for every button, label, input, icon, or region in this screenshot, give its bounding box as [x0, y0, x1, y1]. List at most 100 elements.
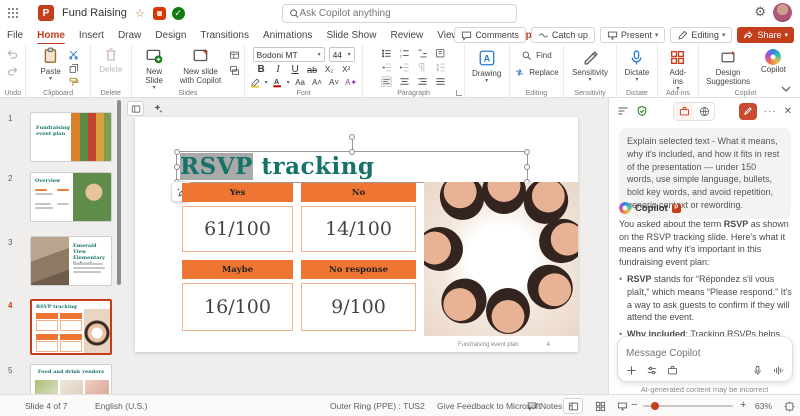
subscript-button[interactable]: X₂	[323, 65, 336, 74]
mic-icon[interactable]	[752, 365, 763, 376]
collapse-thumbnails-button[interactable]	[127, 101, 144, 116]
chat-history-icon[interactable]	[617, 105, 629, 117]
search-input[interactable]	[299, 8, 510, 19]
addins-button[interactable]: Add-ins▾	[662, 48, 694, 94]
resize-handle-ne[interactable]	[524, 149, 530, 155]
bold-button[interactable]: B	[255, 64, 268, 75]
thumbnail-slide-3[interactable]: 3 Emerald View Elementary School	[0, 236, 116, 291]
table-cell-maybe[interactable]: Maybe 16/100	[182, 260, 293, 331]
slide-title[interactable]: RSVP tracking	[180, 153, 375, 180]
tab-home[interactable]: Home	[30, 28, 72, 43]
slide-counter[interactable]: Slide 4 of 7	[25, 401, 68, 411]
font-color-button[interactable]: A	[272, 77, 283, 88]
editing-dropdown-caret[interactable]: ▾	[722, 31, 726, 39]
copilot-search-box[interactable]	[282, 4, 517, 23]
new-slide-with-copilot-button[interactable]: New slide with Copilot	[176, 46, 224, 86]
share-dropdown-caret[interactable]: ▾	[784, 31, 788, 39]
font-name-select[interactable]: Bodoni MT▾	[253, 47, 325, 62]
slide-sorter-view-button[interactable]	[590, 398, 610, 414]
table-cell-no[interactable]: No 14/100	[301, 183, 416, 252]
tab-animations[interactable]: Animations	[256, 28, 319, 43]
zoom-slider[interactable]	[643, 405, 733, 407]
text-direction-button[interactable]	[435, 48, 446, 59]
dictate-button[interactable]: Dictate▾	[621, 48, 652, 85]
resize-handle-e[interactable]	[524, 164, 530, 170]
more-options-icon[interactable]: ···	[764, 106, 777, 117]
redo-icon[interactable]	[6, 66, 19, 79]
line-spacing-button[interactable]	[435, 62, 446, 73]
paragraph-marks-button[interactable]	[417, 62, 428, 73]
voice-mode-icon[interactable]	[772, 365, 784, 376]
powerpoint-logo-icon[interactable]: P	[38, 5, 54, 21]
numbering-button[interactable]: 12	[399, 48, 410, 59]
comments-button[interactable]: Comments	[454, 27, 526, 43]
options-sliders-icon[interactable]	[646, 365, 658, 376]
cut-icon[interactable]	[68, 49, 79, 60]
present-dropdown-caret[interactable]: ▾	[655, 31, 659, 39]
catch-up-button[interactable]: Catch up	[531, 27, 595, 43]
web-mode-option[interactable]	[694, 103, 714, 120]
slide-layout-icon[interactable]	[229, 50, 240, 61]
grow-font-button[interactable]: A˄	[311, 78, 324, 87]
slide-canvas[interactable]: RSVP tracking Yes 61/100 No 14/100 Maybe…	[135, 117, 578, 352]
tab-transitions[interactable]: Transitions	[193, 28, 256, 43]
sparkle-cursor-button[interactable]	[149, 101, 166, 116]
thumbnail-slide-1[interactable]: 1 Fundraising event plan	[0, 112, 116, 164]
copilot-button[interactable]: Copilot	[758, 48, 789, 75]
replace-button[interactable]: Replace	[514, 67, 558, 78]
tab-slide-show[interactable]: Slide Show	[319, 28, 383, 43]
sensitivity-label-icon[interactable]	[153, 7, 166, 20]
add-attachment-icon[interactable]	[626, 365, 637, 376]
font-color-caret[interactable]: ▾	[287, 79, 290, 86]
table-cell-yes[interactable]: Yes 61/100	[182, 183, 293, 252]
highlight-color-button[interactable]	[250, 77, 261, 88]
tab-insert[interactable]: Insert	[72, 28, 111, 43]
paste-button[interactable]: Paste▾	[37, 46, 63, 84]
present-button[interactable]: Present ▾	[600, 27, 666, 43]
zoom-out-button[interactable]: −	[631, 399, 637, 411]
editing-mode-button[interactable]: Editing ▾	[670, 27, 732, 43]
multilevel-list-button[interactable]	[417, 48, 428, 59]
font-size-select[interactable]: 44▾	[329, 47, 355, 62]
fit-to-window-button[interactable]	[779, 398, 799, 414]
document-title[interactable]: Fund Raising	[62, 7, 127, 19]
increase-indent-button[interactable]	[399, 62, 410, 73]
rotate-handle[interactable]	[349, 134, 355, 140]
copilot-mode-toggle[interactable]	[673, 102, 715, 121]
tab-design[interactable]: Design	[148, 28, 193, 43]
feedback-link[interactable]: Give Feedback to Microsoft	[437, 401, 540, 411]
tab-review[interactable]: Review	[383, 28, 430, 43]
close-pane-icon[interactable]: ✕	[784, 106, 792, 117]
zoom-slider-handle[interactable]	[651, 402, 659, 410]
reuse-slides-icon[interactable]	[229, 65, 240, 76]
settings-gear-icon[interactable]: ⚙	[754, 4, 766, 20]
normal-view-button[interactable]	[563, 398, 583, 414]
highlight-caret[interactable]: ▾	[265, 79, 268, 86]
message-copilot-input[interactable]	[626, 348, 784, 359]
favorite-star-icon[interactable]: ☆	[135, 7, 145, 20]
share-button[interactable]: Share ▾	[737, 27, 794, 43]
bullets-button[interactable]	[381, 48, 392, 59]
collapse-ribbon-icon[interactable]	[780, 85, 792, 93]
strikethrough-button[interactable]: ab	[306, 65, 319, 75]
copy-icon[interactable]	[68, 63, 79, 74]
slideshow-view-button[interactable]	[612, 398, 632, 414]
language-indicator[interactable]: English (U.S.)	[95, 401, 147, 411]
format-painter-icon[interactable]	[68, 77, 79, 88]
notes-button[interactable]: Notes	[527, 401, 562, 411]
tab-draw[interactable]: Draw	[111, 28, 148, 43]
sensitivity-button[interactable]: Sensitivity▾	[569, 48, 611, 85]
align-right-button[interactable]	[417, 76, 428, 87]
user-avatar[interactable]	[773, 3, 792, 22]
thumbnail-slide-2[interactable]: 2 Overview	[0, 172, 116, 227]
thumbnail-slide-4-selected[interactable]: 4 RSVP tracking	[0, 299, 116, 359]
delete-button[interactable]: Delete	[96, 46, 125, 75]
design-suggestions-button[interactable]: Design Suggestions	[702, 48, 754, 87]
superscript-button[interactable]: X²	[340, 65, 353, 74]
zoom-in-button[interactable]: +	[740, 399, 746, 411]
undo-icon[interactable]	[6, 49, 19, 62]
italic-button[interactable]: I	[272, 64, 285, 75]
underline-button[interactable]: U	[289, 64, 302, 75]
work-mode-option[interactable]	[674, 103, 694, 120]
app-launcher-button[interactable]	[0, 0, 26, 26]
